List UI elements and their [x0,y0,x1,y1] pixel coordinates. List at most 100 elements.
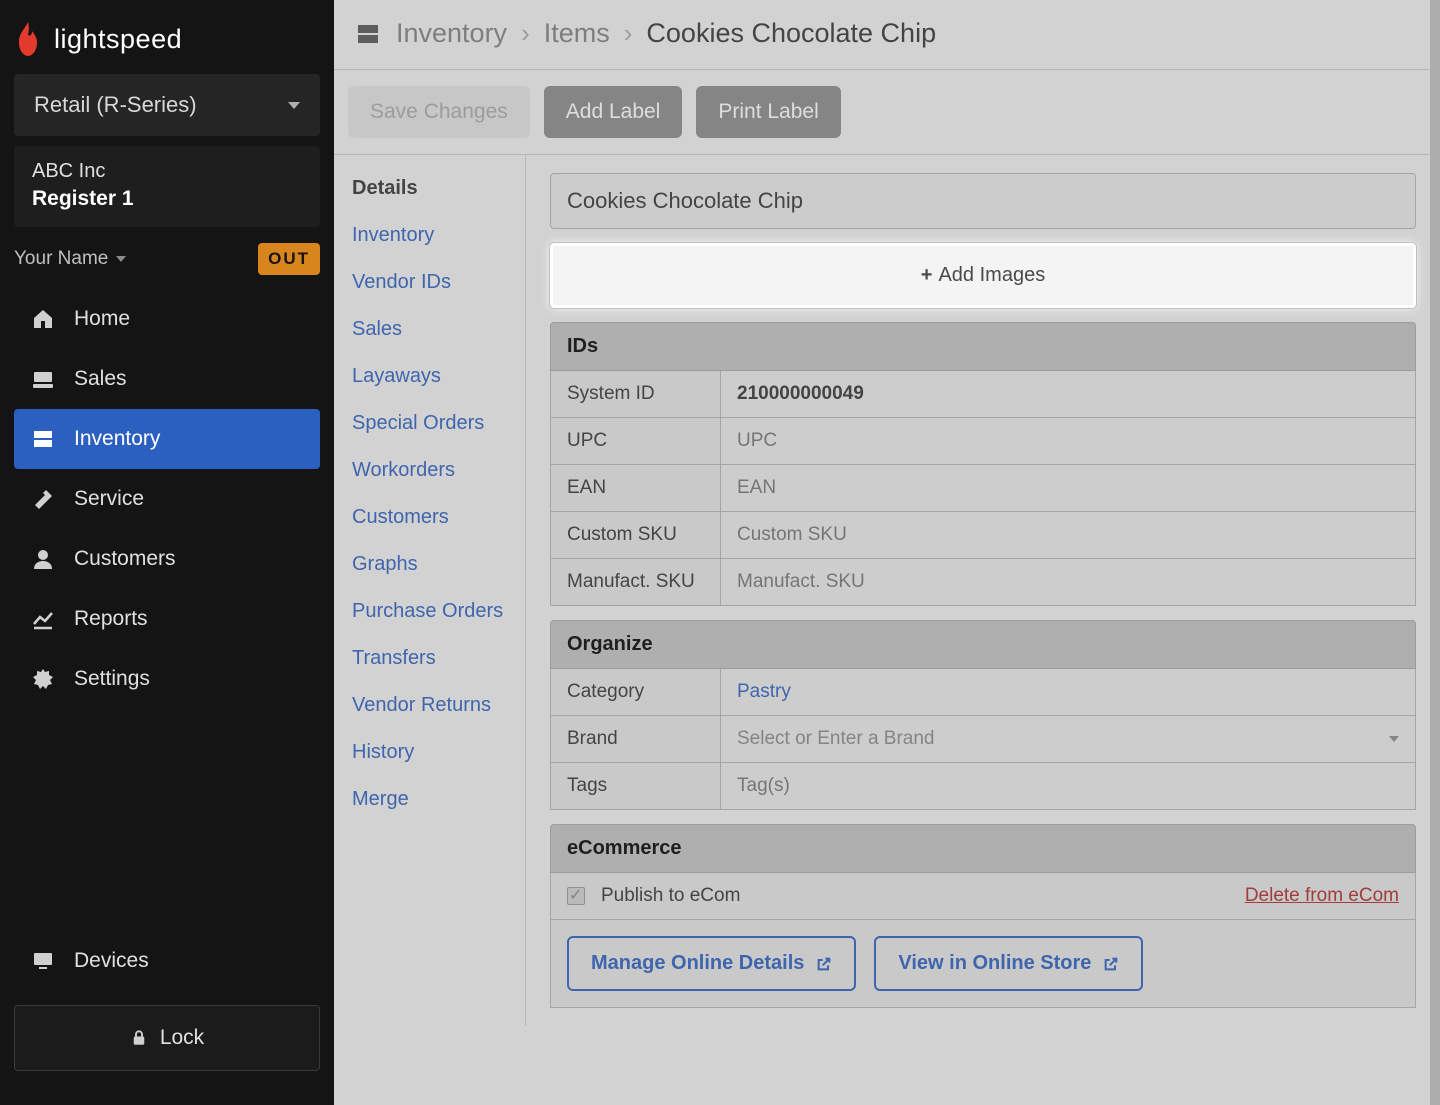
person-icon [30,547,56,571]
ecom-buttons-row: Manage Online Details View in Online Sto… [550,920,1416,1008]
plus-icon: + [921,264,933,286]
user-menu[interactable]: Your Name [14,248,126,270]
drawer-icon [30,427,56,451]
add-images-label: Add Images [938,264,1045,286]
system-id-row: System ID 210000000049 [550,371,1416,418]
toolbar: Save Changes Add Label Print Label [334,70,1440,155]
print-label-button[interactable]: Print Label [696,86,840,138]
series-selector[interactable]: Retail (R-Series) [14,74,320,136]
custom-sku-row: Custom SKU [550,512,1416,559]
lock-button[interactable]: Lock [14,1005,320,1071]
publish-label: Publish to eCom [601,885,740,907]
subnav-merge[interactable]: Merge [334,776,525,823]
nav-label: Customers [74,547,176,571]
subnav-inventory[interactable]: Inventory [334,212,525,259]
sidebar: lightspeed Retail (R-Series) ABC Inc Reg… [0,0,334,1105]
brand-select[interactable]: Select or Enter a Brand [721,716,1415,762]
category-value[interactable]: Pastry [721,669,1415,715]
nav-label: Home [74,307,130,331]
brand-placeholder: Select or Enter a Brand [737,728,935,750]
nav-customers[interactable]: Customers [0,529,334,589]
chevron-right-icon: › [624,18,633,49]
category-label: Category [551,669,721,715]
company-name: ABC Inc [32,160,302,183]
subnav-graphs[interactable]: Graphs [334,541,525,588]
subnav-layaways[interactable]: Layaways [334,353,525,400]
tags-row: Tags [550,763,1416,810]
nav-settings[interactable]: Settings [0,649,334,709]
save-changes-button: Save Changes [348,86,530,138]
nav-inventory[interactable]: Inventory [14,409,320,469]
subnav-special-orders[interactable]: Special Orders [334,400,525,447]
register-box[interactable]: ABC Inc Register 1 [14,146,320,227]
clock-status-badge[interactable]: OUT [258,243,320,275]
tags-label: Tags [551,763,721,809]
subnav-vendor-returns[interactable]: Vendor Returns [334,682,525,729]
external-link-icon [1103,956,1119,972]
manufact-sku-input[interactable] [721,559,1415,605]
main-content: Inventory › Items › Cookies Chocolate Ch… [334,0,1440,1105]
drawer-icon [354,22,382,46]
upc-input[interactable] [721,418,1415,464]
logo-row: lightspeed [0,0,334,74]
brand-name: lightspeed [54,24,182,55]
sidebar-bottom: Devices Lock [0,931,334,1105]
upc-row: UPC [550,418,1416,465]
view-label: View in Online Store [898,952,1091,975]
home-icon [30,307,56,331]
manage-online-details-button[interactable]: Manage Online Details [567,936,856,991]
subnav-details[interactable]: Details [334,165,525,212]
subnav-history[interactable]: History [334,729,525,776]
nav-label: Reports [74,607,148,631]
nav-devices[interactable]: Devices [0,931,334,991]
custom-sku-input[interactable] [721,512,1415,558]
breadcrumb-inventory[interactable]: Inventory [396,18,507,49]
user-name-label: Your Name [14,248,108,270]
ean-input[interactable] [721,465,1415,511]
nav-label: Inventory [74,427,160,451]
nav-sales[interactable]: Sales [0,349,334,409]
upc-label: UPC [551,418,721,464]
content-wrap: Details Inventory Vendor IDs Sales Layaw… [334,155,1440,1026]
gear-icon [30,667,56,691]
subnav-sales[interactable]: Sales [334,306,525,353]
add-images-button[interactable]: +Add Images [550,243,1416,308]
right-edge-shadow [1430,0,1440,1105]
view-in-online-store-button[interactable]: View in Online Store [874,936,1143,991]
nav-label: Devices [74,949,149,973]
nav-label: Settings [74,667,150,691]
ean-label: EAN [551,465,721,511]
main-nav: Home Sales Inventory Service Customers R… [0,289,334,931]
tags-input[interactable] [721,763,1415,809]
subnav-vendor-ids[interactable]: Vendor IDs [334,259,525,306]
series-label: Retail (R-Series) [34,92,197,118]
chevron-right-icon: › [521,18,530,49]
item-name-input[interactable] [550,173,1416,229]
subnav-transfers[interactable]: Transfers [334,635,525,682]
system-id-value: 210000000049 [721,371,1415,417]
nav-home[interactable]: Home [0,289,334,349]
breadcrumb: Inventory › Items › Cookies Chocolate Ch… [334,0,1440,70]
caret-down-icon [1389,736,1399,742]
breadcrumb-current: Cookies Chocolate Chip [646,18,936,49]
lock-icon [130,1028,148,1048]
publish-checkbox[interactable] [567,887,585,905]
ids-header: IDs [550,322,1416,371]
register-icon [30,367,56,391]
breadcrumb-items[interactable]: Items [544,18,610,49]
caret-down-icon [288,102,300,109]
brand-label: Brand [551,716,721,762]
subnav-purchase-orders[interactable]: Purchase Orders [334,588,525,635]
ecom-publish-row: Publish to eCom Delete from eCom [550,873,1416,920]
nav-label: Service [74,487,144,511]
nav-service[interactable]: Service [0,469,334,529]
delete-from-ecom-link[interactable]: Delete from eCom [1245,885,1399,907]
nav-reports[interactable]: Reports [0,589,334,649]
manufact-sku-label: Manufact. SKU [551,559,721,605]
subnav-workorders[interactable]: Workorders [334,447,525,494]
user-row: Your Name OUT [14,243,320,275]
nav-label: Sales [74,367,127,391]
add-label-button[interactable]: Add Label [544,86,683,138]
flame-icon [14,22,42,56]
subnav-customers[interactable]: Customers [334,494,525,541]
